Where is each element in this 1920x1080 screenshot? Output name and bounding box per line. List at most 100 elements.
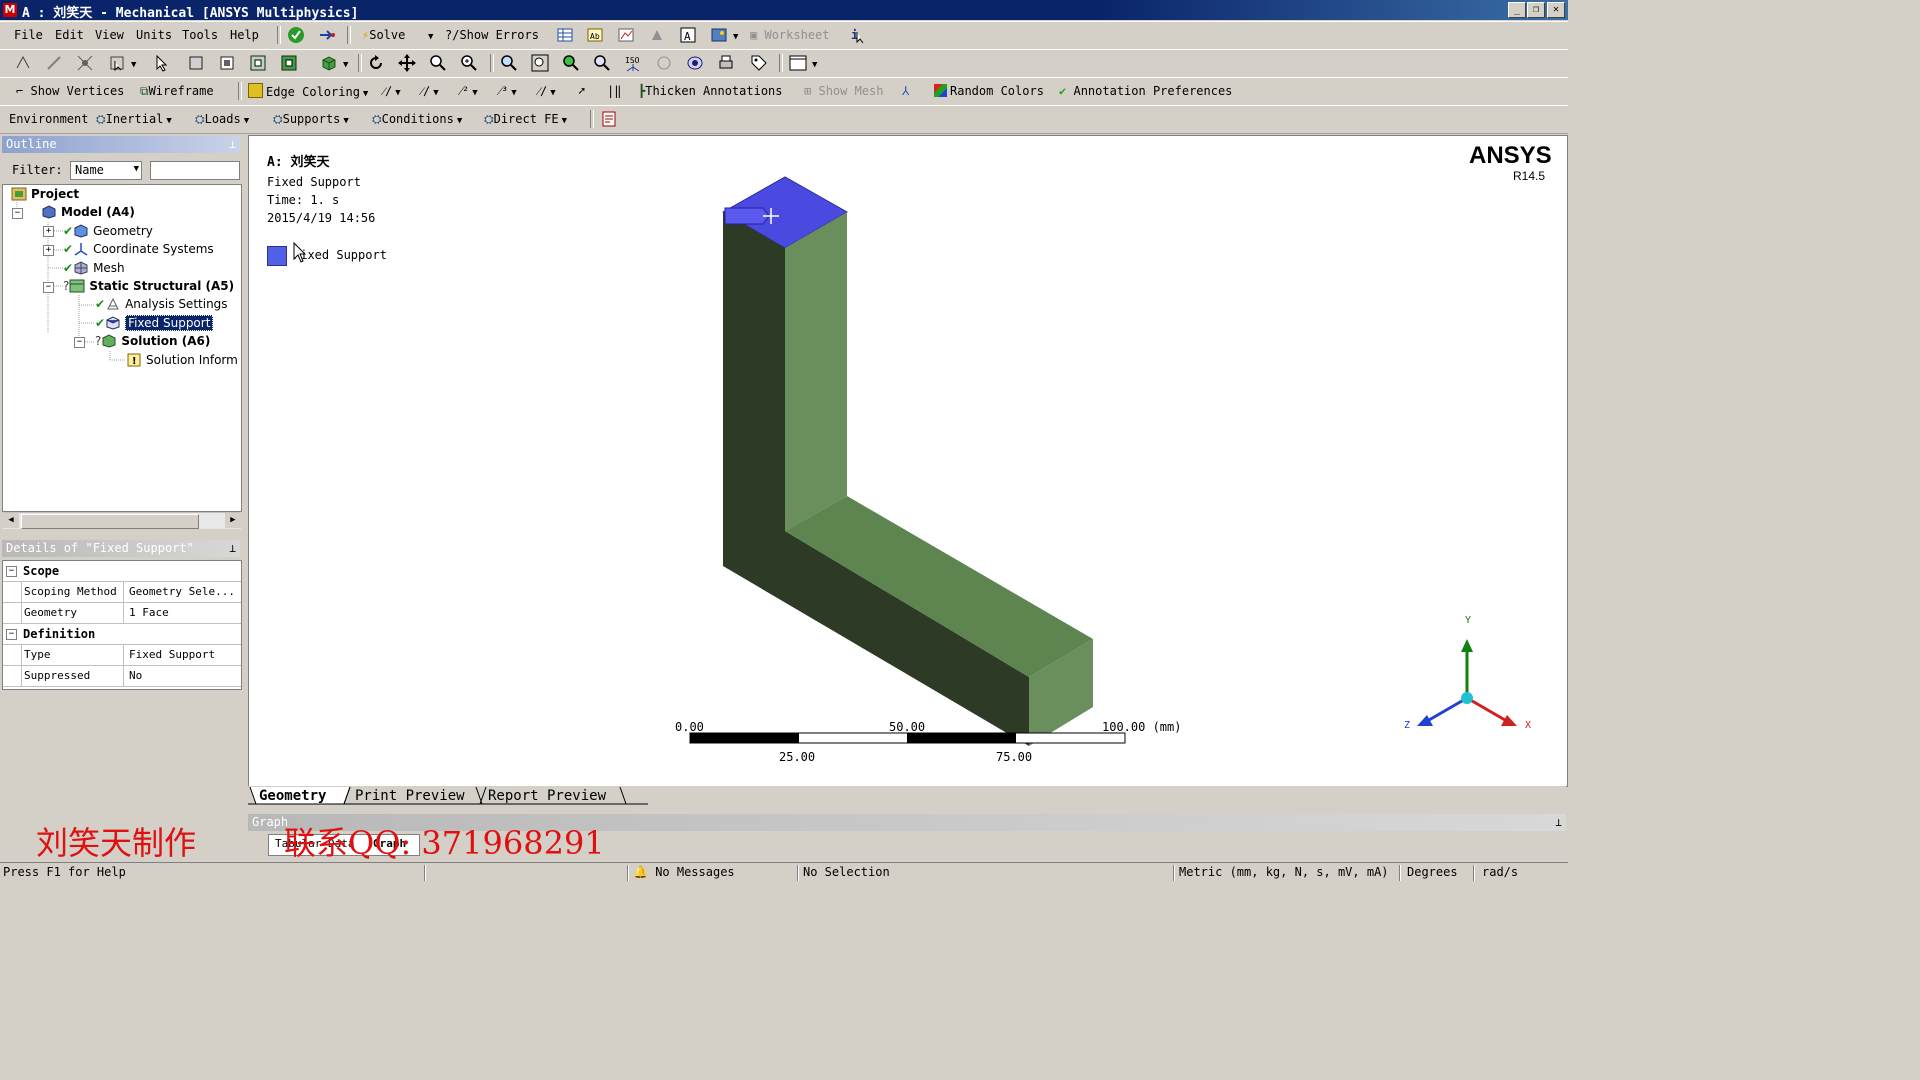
select-body3-icon[interactable] — [280, 54, 298, 72]
edge-style-4-button[interactable]: ⁄³ ▼ — [499, 83, 517, 101]
set-view-icon[interactable] — [655, 54, 673, 72]
edge-thickness-button[interactable]: |‖ — [607, 83, 621, 99]
tree-expand-icon[interactable]: + — [43, 226, 54, 237]
triad-toggle-button[interactable]: ⅄ — [902, 83, 909, 99]
pointer-icon[interactable] — [152, 54, 170, 72]
show-errors-button[interactable]: ?/Show Errors — [445, 27, 539, 43]
magnifier-icon[interactable] — [562, 54, 580, 72]
tree-expand-icon[interactable]: + — [43, 245, 54, 256]
scroll-left-icon[interactable]: ◀ — [3, 513, 19, 528]
tree-item-solution-information[interactable]: ! Solution Inform — [126, 352, 238, 368]
details-row-geometry[interactable]: Geometry 1 Face — [3, 603, 241, 624]
table-icon[interactable] — [556, 26, 574, 44]
select-mode-dropdown[interactable]: ▼ — [128, 55, 136, 73]
section-collapse-icon[interactable]: − — [6, 566, 17, 577]
text-annotation-icon[interactable]: A — [679, 26, 697, 44]
menu-view[interactable]: View — [95, 27, 124, 43]
details-row-scoping-method[interactable]: Scoping Method Geometry Sele... — [3, 582, 241, 603]
edge-style-5-button[interactable]: ⁄∕ ▼ — [538, 83, 556, 101]
tree-item-solution[interactable]: ? Solution (A6) — [95, 333, 210, 349]
viewport-layout-dropdown[interactable]: ▼ — [809, 55, 817, 73]
tab-report-preview[interactable]: Report Preview — [488, 787, 606, 805]
rotate-icon[interactable] — [367, 54, 385, 72]
edge-style-3-button[interactable]: ⁄² ▼ — [460, 83, 478, 101]
extend-selection-icon[interactable] — [320, 54, 338, 72]
select-face2-icon[interactable] — [218, 54, 236, 72]
tree-item-mesh[interactable]: ✔ Mesh — [63, 260, 125, 276]
comment-icon[interactable]: Ab — [586, 26, 604, 44]
details-row-suppressed[interactable]: Suppressed No — [3, 666, 241, 687]
extend-selection-dropdown[interactable]: ▼ — [340, 55, 348, 73]
select-vertex-icon[interactable] — [76, 54, 94, 72]
conditions-button[interactable]: ⛭Conditions ▼ — [372, 111, 462, 129]
loads-button[interactable]: ⛭Loads ▼ — [195, 111, 249, 129]
tree-collapse-icon[interactable]: − — [74, 337, 85, 348]
filter-input[interactable] — [150, 161, 240, 180]
edge-style-1-button[interactable]: ⁄∕ ▼ — [383, 83, 401, 101]
wireframe-button[interactable]: ⧉Wireframe — [140, 83, 214, 99]
inertial-button[interactable]: ⛭Inertial ▼ — [96, 111, 172, 129]
solve-dropdown[interactable]: ▼ — [425, 27, 433, 45]
select-mode-icon[interactable] — [108, 54, 126, 72]
restore-icon[interactable]: ❐ — [1527, 2, 1545, 18]
scroll-right-icon[interactable]: ▶ — [225, 513, 241, 528]
thicken-annotations-button[interactable]: ┣Thicken Annotations — [638, 83, 783, 99]
tab-geometry[interactable]: Geometry — [259, 787, 326, 805]
image-icon[interactable] — [710, 26, 728, 44]
details-section-scope[interactable]: − Scope — [3, 561, 241, 582]
zoom-icon[interactable] — [429, 54, 447, 72]
close-icon[interactable]: ✕ — [1547, 2, 1565, 18]
graphics-viewport[interactable]: A: 刘笑天 Fixed Support Time: 1. s 2015/4/1… — [248, 135, 1568, 787]
tree-item-model[interactable]: Model (A4) — [41, 204, 135, 220]
supports-button[interactable]: ⛭Supports ▼ — [273, 111, 349, 129]
chart-icon[interactable] — [617, 26, 635, 44]
box-zoom-icon[interactable] — [460, 54, 478, 72]
context-help-icon[interactable]: i — [849, 26, 867, 44]
image-dropdown[interactable]: ▼ — [730, 27, 738, 45]
viewport-layout-icon[interactable] — [789, 54, 807, 72]
scroll-thumb[interactable] — [21, 514, 199, 529]
status-rate-units[interactable]: rad/s — [1482, 863, 1518, 882]
filter-select[interactable]: Name ▼ — [70, 161, 142, 180]
tab-print-preview[interactable]: Print Preview — [355, 787, 465, 805]
tree-collapse-icon[interactable]: − — [12, 208, 23, 219]
pin-icon[interactable]: ⊥ — [1555, 814, 1562, 831]
direct-fe-button[interactable]: ⛭Direct FE ▼ — [484, 111, 567, 129]
previous-view-icon[interactable] — [593, 54, 611, 72]
status-angle-units[interactable]: Degrees — [1407, 863, 1458, 882]
validate-icon[interactable] — [287, 26, 305, 44]
pan-icon[interactable] — [398, 54, 416, 72]
outline-hscrollbar[interactable]: ◀ ▶ — [3, 512, 241, 529]
status-messages[interactable]: 🔔 No Messages — [633, 863, 735, 882]
menu-tools[interactable]: Tools — [182, 27, 218, 43]
tree-item-geometry[interactable]: ✔ Geometry — [63, 223, 153, 239]
zoom-fit-icon[interactable] — [500, 54, 518, 72]
select-body-icon[interactable] — [14, 54, 32, 72]
isometric-view-icon[interactable]: ISO — [624, 54, 642, 72]
edge-coloring-button[interactable]: Edge Coloring ▼ — [248, 83, 368, 102]
tree-item-project[interactable]: Project — [11, 186, 79, 202]
random-colors-button[interactable]: Random Colors — [934, 83, 1044, 99]
print-icon[interactable] — [717, 54, 735, 72]
annotation-preferences-button[interactable]: ✔ Annotation Preferences — [1059, 83, 1232, 99]
worksheet-button[interactable]: ▣ Worksheet — [750, 27, 830, 43]
pin-icon[interactable]: ⊥ — [229, 136, 236, 153]
tree-item-analysis-settings[interactable]: ✔ Analysis Settings — [95, 296, 228, 312]
details-row-type[interactable]: Type Fixed Support — [3, 645, 241, 666]
minimize-icon[interactable]: _ — [1508, 2, 1526, 18]
show-vertices-button[interactable]: ⌐ Show Vertices — [16, 83, 124, 99]
menu-file[interactable]: File — [14, 27, 43, 43]
solve-button[interactable]: ⚡Solve — [362, 27, 405, 43]
zoom-to-selection-icon[interactable] — [531, 54, 549, 72]
commands-icon[interactable] — [600, 110, 618, 128]
menu-edit[interactable]: Edit — [55, 27, 84, 43]
menu-units[interactable]: Units — [136, 27, 172, 43]
tree-collapse-icon[interactable]: − — [43, 282, 54, 293]
details-section-definition[interactable]: − Definition — [3, 624, 241, 645]
tree-item-fixed-support[interactable]: ✔ Fixed Support — [95, 315, 214, 331]
menu-help[interactable]: Help — [230, 27, 259, 43]
section-collapse-icon[interactable]: − — [6, 629, 17, 640]
select-body2-icon[interactable] — [249, 54, 267, 72]
status-units[interactable]: Metric (mm, kg, N, s, mV, mA) — [1179, 863, 1389, 882]
show-mesh-button[interactable]: ⊞ Show Mesh — [804, 83, 884, 99]
